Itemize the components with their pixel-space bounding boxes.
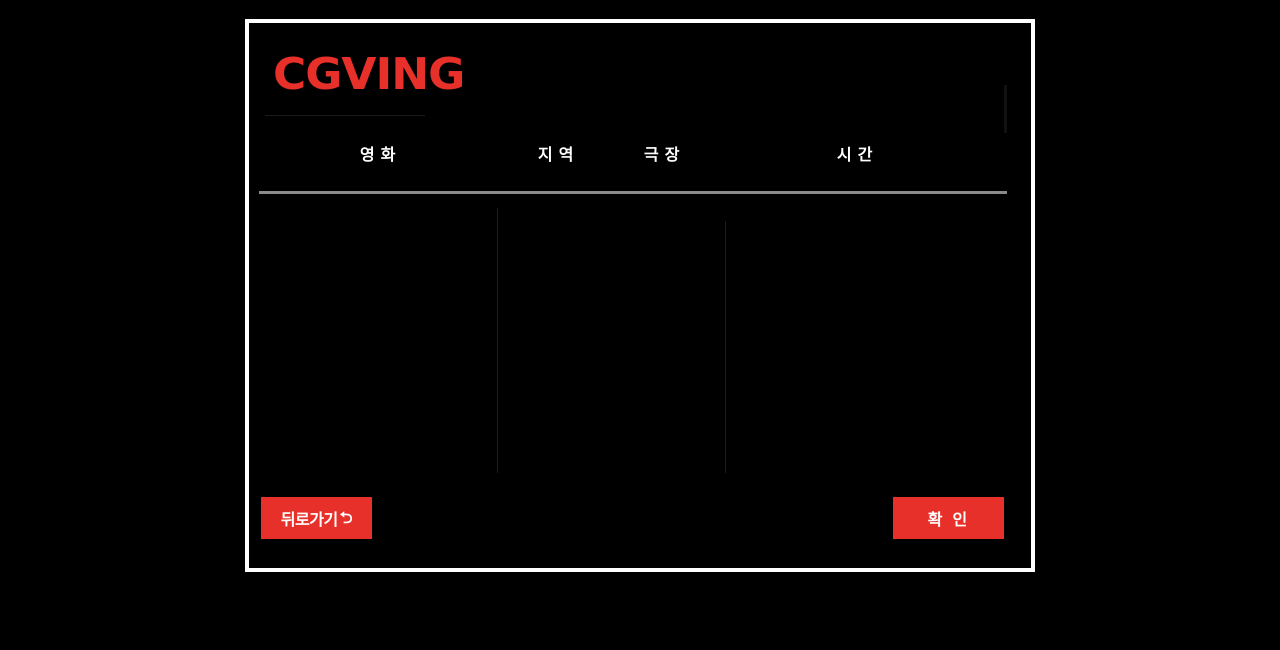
booking-panel: CGVING 영화 지역 극장 시간 뒤로가기 ⮌ 확인 bbox=[245, 19, 1035, 572]
logo-divider bbox=[265, 115, 425, 116]
column-title-time: 시간 bbox=[837, 145, 879, 164]
confirm-button[interactable]: 확인 bbox=[893, 497, 1004, 539]
column-header-row: 영화 지역 극장 시간 bbox=[259, 141, 1007, 173]
back-button-label: 뒤로가기 bbox=[280, 510, 338, 529]
column-title-movie: 영화 bbox=[360, 145, 402, 164]
movie-list[interactable] bbox=[259, 208, 495, 473]
cgving-logo[interactable]: CGVING bbox=[273, 53, 465, 97]
region-list[interactable] bbox=[499, 208, 609, 473]
column-separator bbox=[497, 208, 498, 473]
column-title-theater: 극장 bbox=[644, 145, 686, 164]
decorative-divider bbox=[1004, 85, 1007, 133]
undo-arrow-icon: ⮌ bbox=[339, 508, 353, 527]
column-title-region: 지역 bbox=[538, 145, 580, 164]
theater-list[interactable] bbox=[611, 208, 723, 473]
header-divider bbox=[259, 191, 1007, 194]
back-button[interactable]: 뒤로가기 ⮌ bbox=[261, 497, 372, 539]
column-separator bbox=[725, 221, 726, 473]
time-list[interactable] bbox=[727, 208, 1007, 473]
